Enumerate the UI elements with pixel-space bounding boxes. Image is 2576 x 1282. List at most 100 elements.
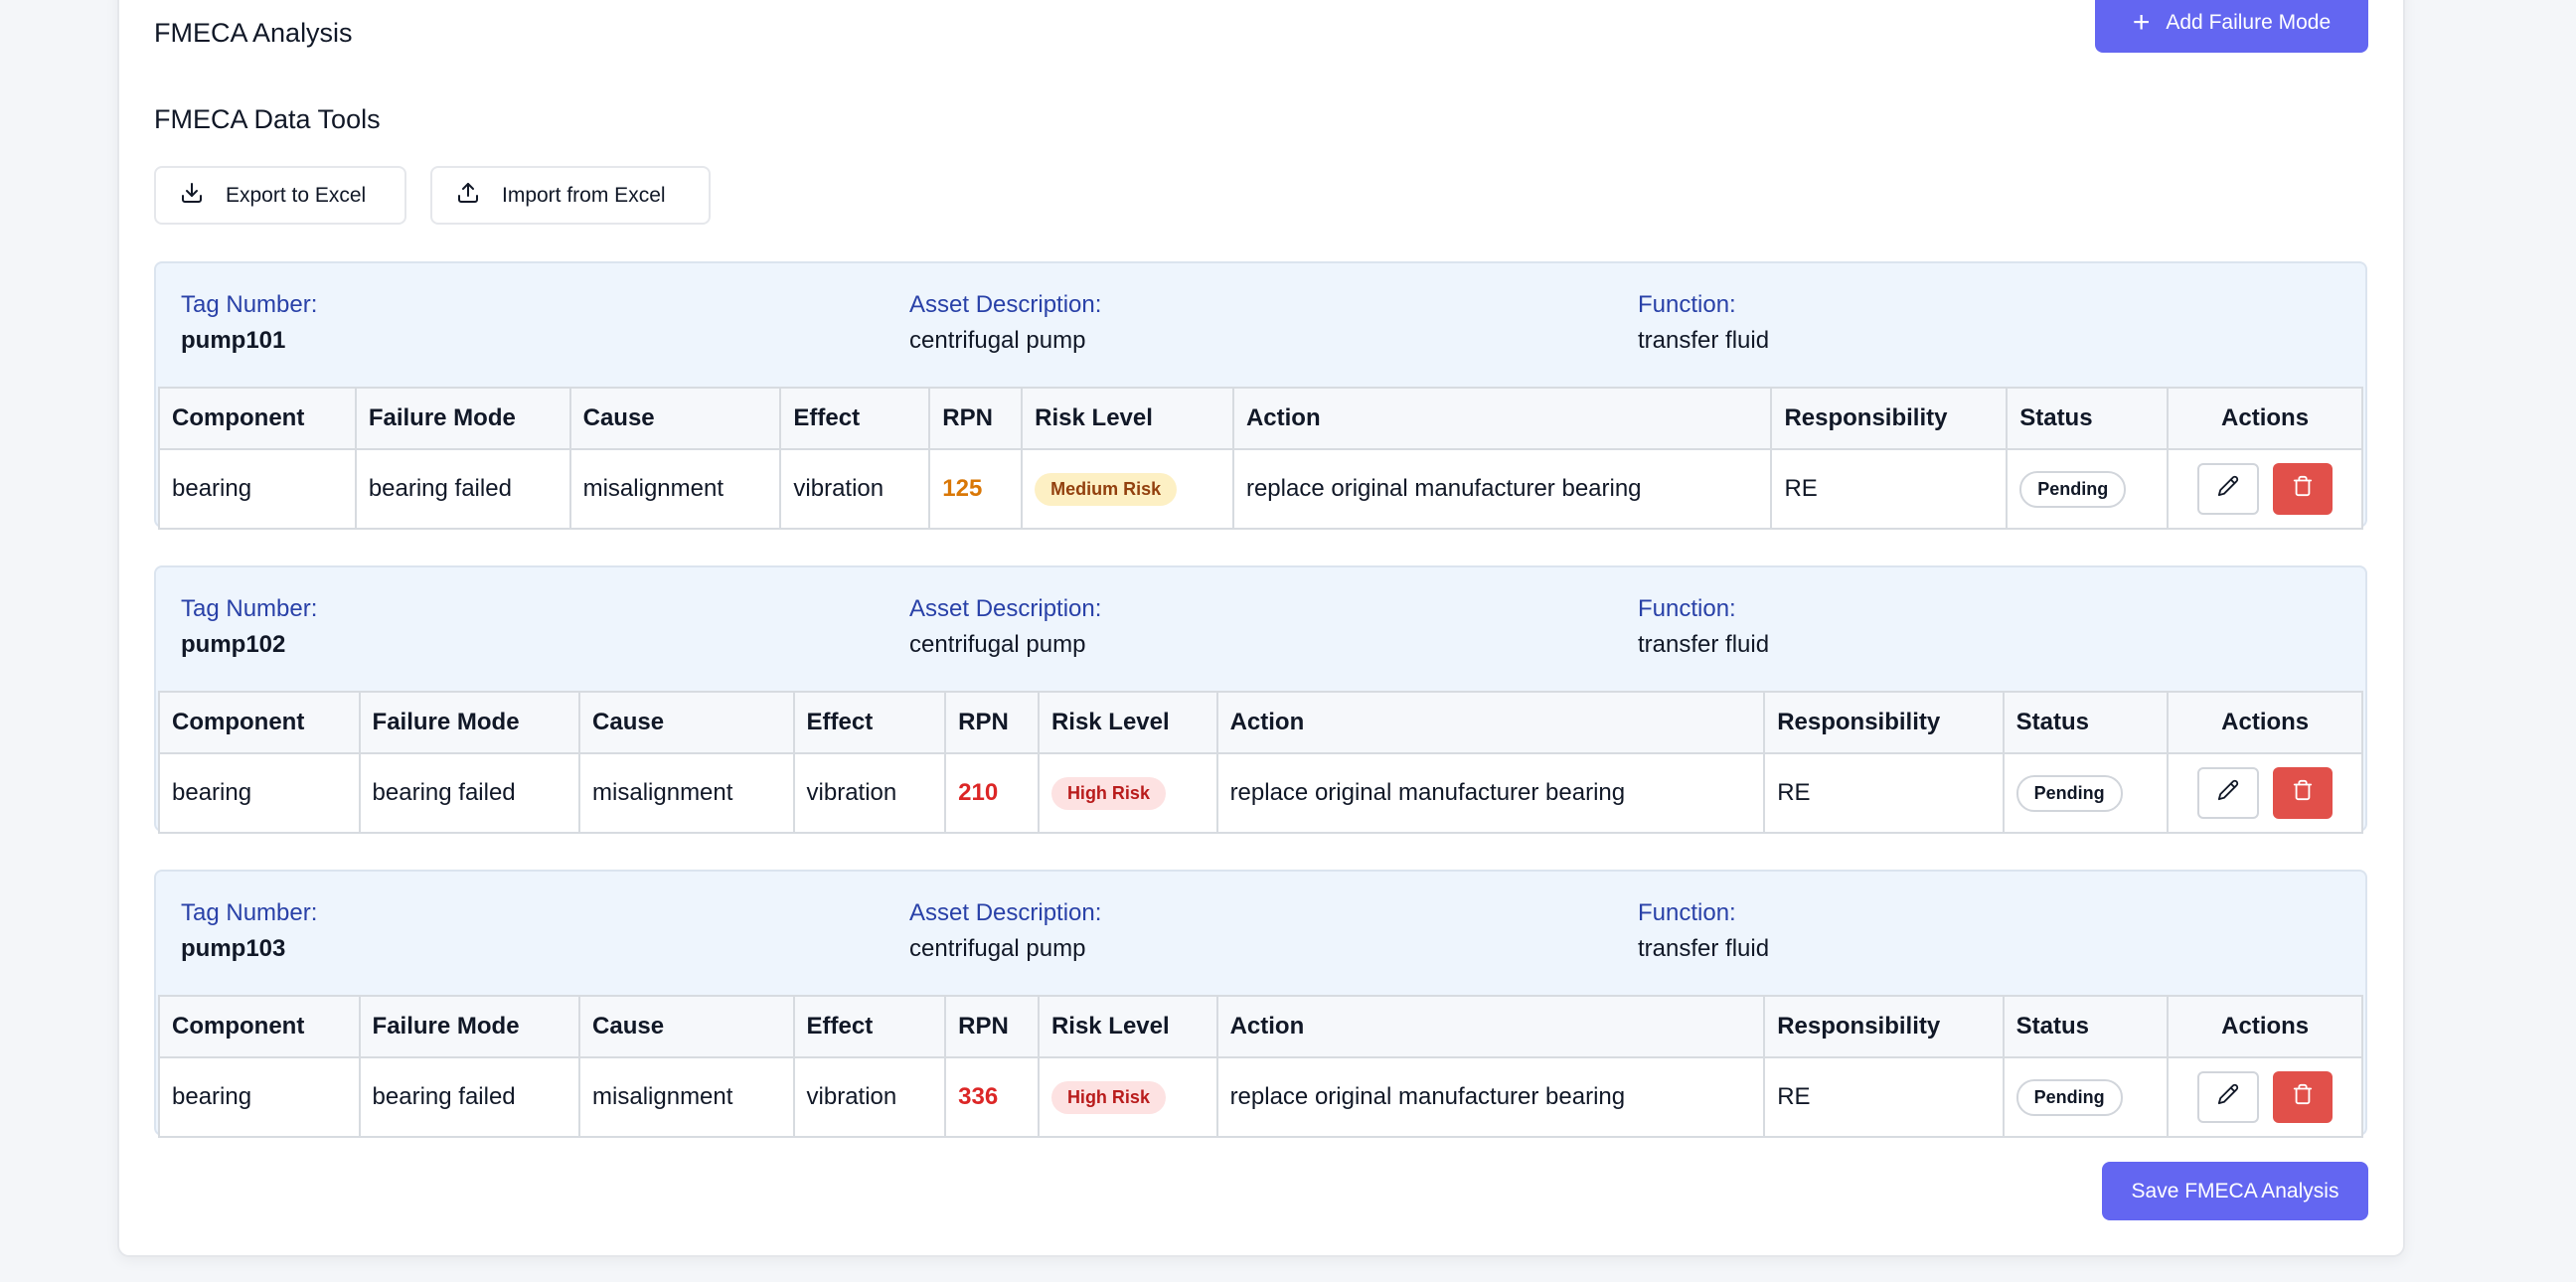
tag-number-label: Tag Number: [181,291,318,318]
delete-button[interactable] [2273,463,2334,515]
edit-button[interactable] [2197,463,2260,515]
column-header: Component [158,995,361,1058]
trash-icon [2292,475,2314,504]
cause-cell: misalignment [578,1056,795,1138]
table-row: bearing bearing failed misalignment vibr… [158,448,2363,530]
column-header: Risk Level [1037,995,1218,1058]
function-label: Function: [1638,291,1736,318]
delete-button[interactable] [2273,1071,2334,1123]
column-header: Cause [578,995,795,1058]
cause-cell: misalignment [568,448,782,530]
asset-description-value: centrifugal pump [909,327,1086,354]
column-header: Effect [779,387,931,450]
add-failure-mode-button[interactable]: + Add Failure Mode [2095,0,2368,53]
column-header: Failure Mode [358,691,581,754]
status-badge: Pending [2015,1078,2123,1116]
function-label: Function: [1638,595,1736,622]
export-excel-button[interactable]: Export to Excel [154,166,406,225]
column-header: Component [158,387,357,450]
column-header: Action [1215,995,1766,1058]
upload-icon [456,181,480,211]
responsibility-cell: RE [1770,448,2009,530]
effect-cell: vibration [779,448,931,530]
actions-cell [2167,448,2363,530]
add-failure-mode-label: Add Failure Mode [2166,10,2332,34]
download-icon [180,181,204,211]
column-header: Risk Level [1037,691,1218,754]
risk-level-cell: High Risk [1037,752,1218,834]
edit-button[interactable] [2197,767,2260,819]
asset-block: Tag Number: pump101 Asset Description: c… [154,261,2367,530]
rpn-cell: 125 [928,448,1024,530]
column-header: Effect [792,995,947,1058]
action-cell: replace original manufacturer bearing [1231,448,1773,530]
plus-icon: + [2132,5,2151,39]
rpn-cell: 336 [944,1056,1040,1138]
function-value: transfer fluid [1638,935,1770,962]
column-header: Actions [2167,387,2363,450]
column-header: Failure Mode [354,387,571,450]
column-header: RPN [944,691,1040,754]
asset-block: Tag Number: pump102 Asset Description: c… [154,565,2367,834]
actions-cell [2167,752,2363,834]
failure-mode-table: Component Failure Mode Cause Effect RPN Risk … [158,387,2363,530]
delete-button[interactable] [2273,767,2334,819]
status-cell: Pending [2006,448,2170,530]
edit-button[interactable] [2197,1071,2260,1123]
function-value: transfer fluid [1638,327,1770,354]
column-header: Status [2006,387,2170,450]
pencil-icon [2217,779,2239,808]
import-excel-button[interactable]: Import from Excel [430,166,711,225]
risk-level-cell: High Risk [1037,1056,1218,1138]
failure-mode-cell: bearing failed [354,448,571,530]
responsibility-cell: RE [1763,1056,2005,1138]
risk-badge: High Risk [1050,1080,1166,1114]
status-badge: Pending [2015,774,2123,812]
rpn-cell: 210 [944,752,1040,834]
column-header: Action [1231,387,1773,450]
tag-number-value: pump103 [181,935,286,962]
column-header: Responsibility [1770,387,2009,450]
asset-description-value: centrifugal pump [909,631,1086,658]
asset-description-label: Asset Description: [909,595,1102,622]
column-header: Responsibility [1763,691,2005,754]
column-header: Status [2002,691,2170,754]
column-header: Actions [2167,691,2363,754]
responsibility-cell: RE [1763,752,2005,834]
column-header: Failure Mode [358,995,581,1058]
actions-cell [2167,1056,2363,1138]
table-header-row: Component Failure Mode Cause Effect RPN Risk … [158,387,2363,450]
pencil-icon [2217,1083,2239,1112]
component-cell: bearing [158,448,357,530]
failure-mode-table: Component Failure Mode Cause Effect RPN Risk … [158,995,2363,1138]
table-header-row: Component Failure Mode Cause Effect RPN Risk … [158,691,2363,754]
column-header: Actions [2167,995,2363,1058]
save-fmeca-button[interactable]: Save FMECA Analysis [2102,1162,2368,1220]
asset-description-label: Asset Description: [909,291,1102,318]
tag-number-value: pump102 [181,631,286,658]
column-header: Effect [792,691,947,754]
page-title: FMECA Analysis [154,18,353,48]
pencil-icon [2217,475,2239,504]
status-cell: Pending [2002,1056,2170,1138]
function-label: Function: [1638,899,1736,926]
risk-badge: Medium Risk [1035,472,1178,506]
failure-mode-table: Component Failure Mode Cause Effect RPN Risk … [158,691,2363,834]
column-header: Cause [578,691,795,754]
failure-mode-cell: bearing failed [358,752,581,834]
column-header: Risk Level [1021,387,1234,450]
column-header: RPN [928,387,1024,450]
cause-cell: misalignment [578,752,795,834]
tag-number-label: Tag Number: [181,899,318,926]
risk-level-cell: Medium Risk [1021,448,1234,530]
trash-icon [2292,779,2314,808]
asset-block: Tag Number: pump103 Asset Description: c… [154,870,2367,1138]
function-value: transfer fluid [1638,631,1770,658]
component-cell: bearing [158,1056,361,1138]
column-header: Status [2002,995,2170,1058]
component-cell: bearing [158,752,361,834]
asset-description-label: Asset Description: [909,899,1102,926]
tag-number-label: Tag Number: [181,595,318,622]
effect-cell: vibration [792,1056,947,1138]
export-excel-label: Export to Excel [226,183,367,207]
